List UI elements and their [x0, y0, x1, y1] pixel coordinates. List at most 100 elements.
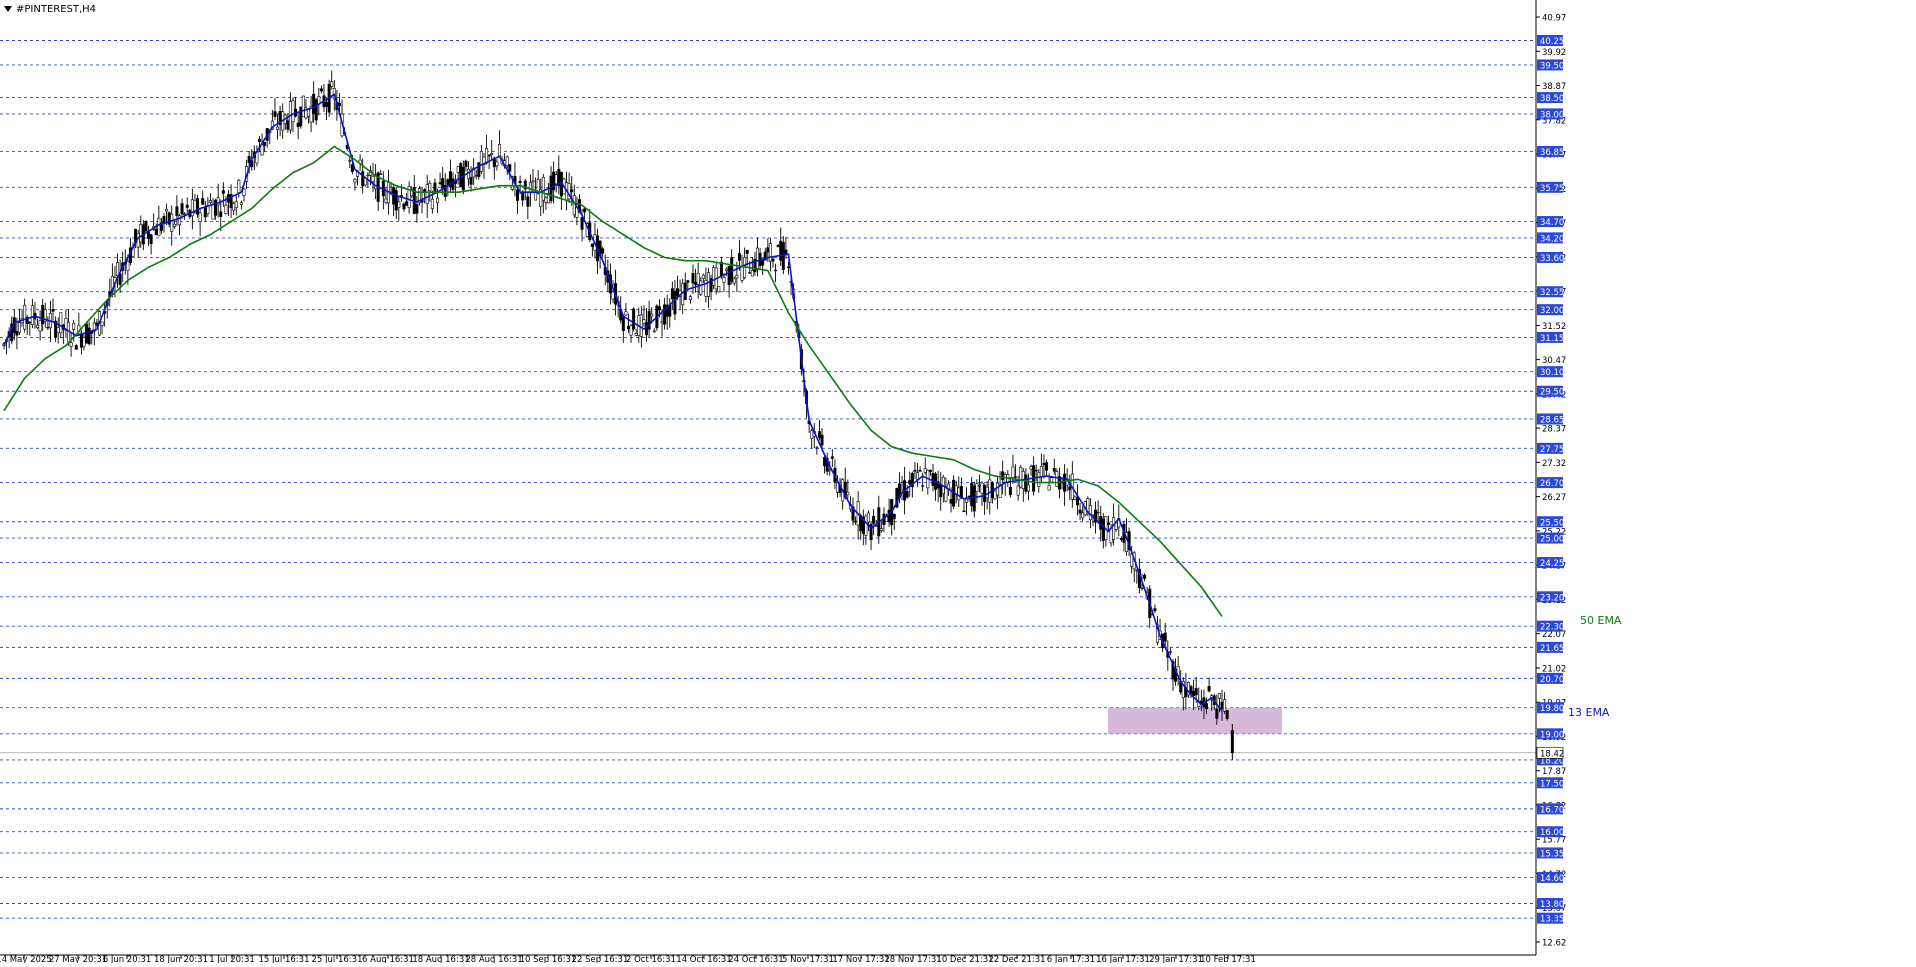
candle-body: [144, 221, 148, 232]
level-label: 25.00: [1540, 535, 1564, 545]
candle-body: [1192, 690, 1196, 696]
candle-body: [820, 434, 824, 446]
candle-body: [1055, 471, 1059, 487]
candle-body: [518, 180, 522, 184]
candle-body: [913, 469, 917, 472]
candle-body: [1068, 486, 1072, 491]
candle-body: [1073, 496, 1077, 500]
candle-body: [495, 161, 499, 166]
x-tick-label: 18 Jun 20:31: [154, 955, 208, 963]
candle-body: [583, 208, 587, 213]
candle-body: [415, 204, 419, 214]
candle-body: [234, 201, 238, 208]
candle-body: [490, 153, 494, 156]
candle-body: [846, 491, 850, 496]
candle-body: [737, 253, 741, 261]
chart-area[interactable]: 40.9739.9238.8737.8236.7735.7234.6733.62…: [0, 0, 1916, 965]
candle-body: [624, 311, 628, 316]
candle-body: [1078, 509, 1082, 514]
y-tick-label: 30.47: [1542, 356, 1566, 366]
candle-body: [528, 182, 532, 194]
candle-body: [928, 469, 932, 472]
candle-body: [921, 485, 925, 487]
candle-body: [1223, 699, 1227, 712]
candle-body: [397, 201, 401, 208]
candle-body: [201, 198, 205, 205]
candle-body: [650, 313, 654, 317]
candle-body: [694, 282, 698, 286]
x-tick-label: 28 Aug 16:31: [465, 955, 522, 963]
candle-body: [918, 469, 922, 472]
candle-body: [330, 81, 334, 87]
candle-body: [660, 321, 664, 324]
candle-body: [696, 272, 700, 285]
candle-body: [719, 261, 723, 276]
window-title: #PINTEREST,H4: [4, 4, 96, 15]
level-label: 33.60: [1540, 254, 1564, 264]
level-label: 16.00: [1540, 828, 1564, 838]
candle-body: [621, 316, 625, 331]
candle-body: [725, 268, 729, 271]
candle-body: [639, 314, 643, 337]
candle-body: [828, 469, 832, 472]
candle-body: [185, 204, 189, 208]
price-chart-svg[interactable]: 40.9739.9238.8737.8236.7735.7234.6733.62…: [0, 0, 1916, 965]
candle-body: [1026, 484, 1030, 492]
candle-body: [1168, 651, 1172, 653]
candle-body: [392, 187, 396, 205]
candle-body: [301, 95, 305, 117]
candle-body: [1205, 703, 1209, 710]
candle-body: [768, 243, 772, 262]
candle-body: [915, 472, 919, 480]
candle-body: [776, 244, 780, 248]
candle-body: [1050, 477, 1054, 483]
candle-body: [699, 280, 703, 295]
candle-body: [1096, 511, 1100, 514]
candle-body: [1034, 469, 1038, 472]
candle-body: [830, 456, 834, 459]
x-tick-label: 5 Nov 17:31: [782, 955, 834, 963]
x-tick-label: 2 Oct 16:31: [626, 955, 676, 963]
candle-body: [456, 166, 460, 173]
candle-body: [1101, 518, 1105, 541]
candle-body: [735, 275, 739, 279]
candle-body: [701, 274, 705, 279]
candle-body: [688, 296, 692, 301]
candle-body: [580, 217, 584, 230]
candle-body: [931, 473, 935, 486]
candle-body: [663, 304, 667, 325]
candle-body: [1220, 701, 1224, 709]
candle-body: [774, 269, 778, 272]
level-label: 35.75: [1540, 184, 1564, 194]
level-label: 29.50: [1540, 388, 1564, 398]
candle-body: [892, 513, 896, 520]
level-label: 13.80: [1540, 900, 1564, 910]
candle-body: [260, 144, 264, 156]
candle-body: [1011, 466, 1015, 478]
candle-body: [779, 240, 783, 261]
candle-body: [732, 278, 736, 284]
candle-body: [534, 191, 538, 201]
x-tick-label: 14 May 2025: [0, 955, 52, 963]
x-tick-label: 10 Sep 16:31: [520, 955, 577, 963]
candle-body: [312, 93, 316, 114]
x-tick-label: 25 Jul 16:31: [312, 955, 363, 963]
level-label: 24.25: [1540, 559, 1564, 569]
candle-body: [459, 163, 463, 188]
candle-body: [1019, 466, 1023, 488]
candle-body: [810, 430, 814, 439]
candle-body: [286, 120, 290, 130]
candle-body: [428, 182, 432, 191]
candle-body: [1143, 574, 1147, 579]
candle-body: [642, 319, 646, 324]
candle-body: [72, 322, 76, 330]
dropdown-triangle-icon[interactable]: [4, 6, 12, 12]
level-label: 38.00: [1540, 110, 1564, 120]
candle-body: [23, 304, 27, 330]
candle-body: [766, 247, 770, 253]
x-tick-label: 6 Jun 20:31: [103, 955, 152, 963]
candle-body: [531, 180, 535, 183]
candle-body: [224, 204, 228, 214]
candle-body: [634, 333, 638, 336]
y-tick-label: 38.87: [1542, 82, 1566, 92]
